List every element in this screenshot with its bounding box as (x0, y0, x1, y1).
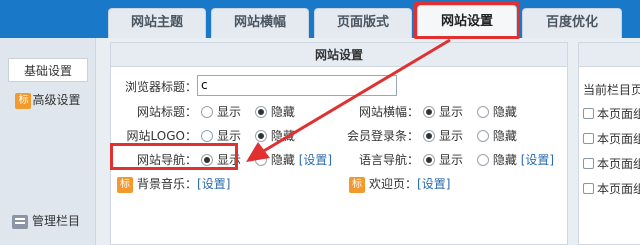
annotation-arrow-icon (246, 38, 451, 162)
